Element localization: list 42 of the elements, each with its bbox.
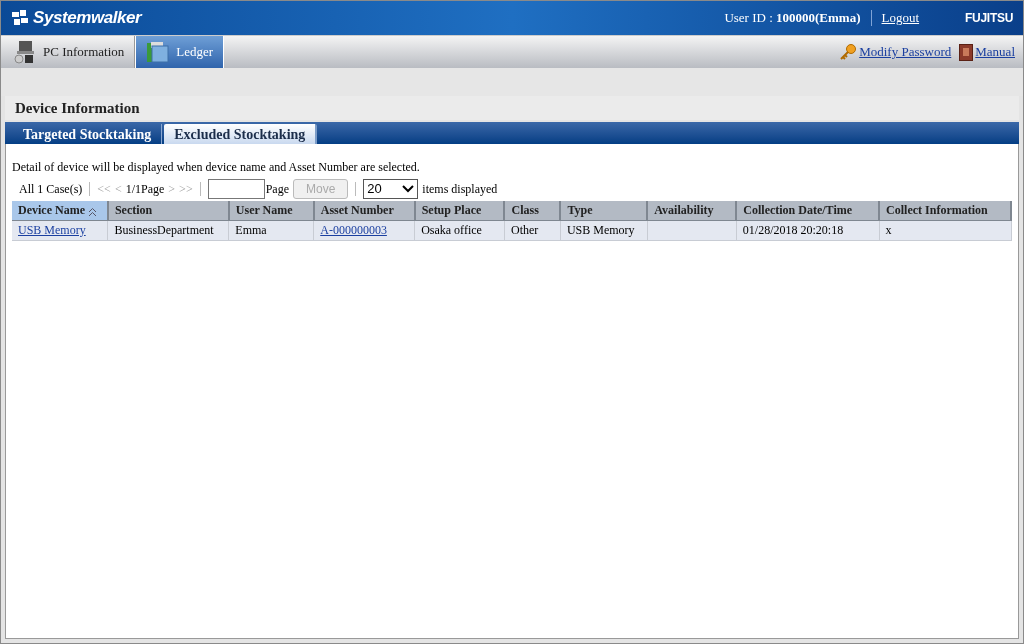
chevron-down-icon bbox=[402, 185, 415, 193]
column-header[interactable]: Setup Place bbox=[414, 201, 505, 220]
nav-link[interactable]: Modify Password bbox=[859, 42, 952, 62]
column-header[interactable]: Class bbox=[504, 201, 561, 220]
column-header[interactable]: Availability bbox=[647, 201, 737, 220]
items-displayed-label: items displayed bbox=[422, 181, 498, 198]
stocktaking-tab[interactable]: Excluded Stocktaking bbox=[164, 124, 318, 144]
sort-ascending-icon bbox=[87, 206, 97, 217]
page-label: Page bbox=[265, 181, 289, 198]
page-input-field[interactable] bbox=[207, 179, 265, 199]
nav-tab[interactable]: Ledger bbox=[135, 36, 225, 68]
table-link[interactable]: A-000000003 bbox=[320, 223, 387, 237]
table-cell: BusinessDepartment bbox=[107, 220, 229, 240]
key-icon bbox=[839, 43, 858, 61]
logo-icon bbox=[11, 10, 29, 26]
case-count: All 1 Case(s) bbox=[19, 181, 83, 198]
nav-link[interactable]: Manual bbox=[975, 42, 1015, 62]
table-link[interactable]: USB Memory bbox=[18, 223, 86, 237]
computer-icon bbox=[13, 40, 37, 64]
page-indicator: 1/1Page bbox=[125, 181, 165, 198]
table-cell: x bbox=[879, 220, 1011, 240]
column-header[interactable]: Type bbox=[560, 201, 648, 220]
table-cell: Osaka office bbox=[414, 220, 505, 240]
table-cell: Emma bbox=[228, 220, 314, 240]
binders-icon bbox=[146, 40, 171, 64]
column-header[interactable]: User Name bbox=[228, 201, 314, 220]
book-icon bbox=[959, 43, 974, 61]
per-page-dropdown[interactable]: 20 bbox=[363, 179, 419, 199]
logout-link[interactable]: Logout bbox=[881, 8, 920, 28]
column-header[interactable]: Asset Number bbox=[313, 201, 415, 220]
column-header[interactable]: Collect Information bbox=[879, 201, 1011, 220]
column-header[interactable]: Section bbox=[107, 201, 229, 220]
brand-logo: FUJITSU bbox=[965, 10, 1013, 27]
column-header[interactable]: Collection Date/Time bbox=[736, 201, 880, 220]
table-cell: USB Memory bbox=[560, 220, 648, 240]
table-cell: 01/28/2018 20:20:18 bbox=[736, 220, 880, 240]
instruction-text: Detail of device will be displayed when device name and Asset Number are selected. bbox=[12, 159, 421, 176]
table-cell: Other bbox=[504, 220, 561, 240]
page-title: Device Information bbox=[15, 98, 140, 118]
app-logo: Systemwalker bbox=[33, 7, 142, 30]
user-id-label: User ID : 100000(Emma) bbox=[724, 9, 861, 28]
column-header[interactable]: Device Name bbox=[12, 201, 108, 220]
